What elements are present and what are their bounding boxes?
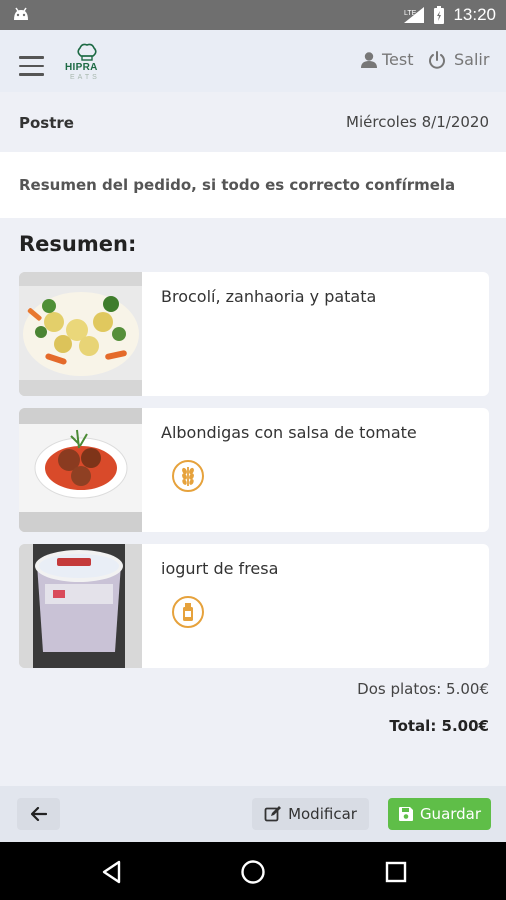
- menu-icon[interactable]: [19, 56, 44, 76]
- chef-hat-icon: [77, 43, 97, 61]
- arrow-left-icon: [30, 807, 47, 821]
- total-text: Total: 5.00€: [389, 717, 489, 735]
- dish-card: iogurt de fresa: [19, 544, 489, 668]
- clock: 13:20: [453, 5, 496, 24]
- logout-label: Salir: [454, 50, 490, 69]
- dish-name: iogurt de fresa: [161, 559, 279, 578]
- order-date: Miércoles 8/1/2020: [346, 113, 489, 131]
- save-button[interactable]: Guardar: [388, 798, 491, 830]
- user-name: Test: [382, 50, 414, 69]
- android-notification-icon: [14, 7, 28, 20]
- signal-icon: LTE: [404, 7, 425, 23]
- action-bar: Modificar Guardar: [0, 786, 506, 842]
- summary-title: Resumen:: [19, 232, 137, 256]
- dish-card: Albondigas con salsa de tomate: [19, 408, 489, 532]
- battery-icon: [434, 6, 445, 24]
- nav-recents-icon[interactable]: [383, 859, 409, 885]
- dish-name: Brocolí, zanhaoria y patata: [161, 287, 377, 306]
- nav-back-icon[interactable]: [99, 859, 125, 885]
- user-icon: [361, 51, 377, 68]
- dish-photo: [19, 408, 142, 532]
- wheat-icon: [172, 460, 204, 492]
- logo-text: HIPRA: [65, 62, 98, 73]
- system-navigation-bar: [0, 842, 506, 900]
- course-label: Postre: [19, 114, 74, 132]
- subtotal-text: Dos platos: 5.00€: [357, 680, 489, 698]
- logo-subtext: EATS: [70, 74, 100, 81]
- modify-label: Modificar: [288, 805, 357, 823]
- svg-text:LTE: LTE: [404, 10, 417, 17]
- save-label: Guardar: [419, 805, 482, 823]
- power-icon: [429, 50, 445, 69]
- dish-card: Brocolí, zanhaoria y patata: [19, 272, 489, 396]
- status-bar: LTE 13:20: [0, 0, 506, 30]
- hipra-eats-logo: HIPRA EATS: [62, 40, 112, 86]
- order-info: Postre Miércoles 8/1/2020: [0, 92, 506, 152]
- app-header: HIPRA EATS Test Salir: [0, 30, 506, 92]
- save-icon: [398, 807, 413, 821]
- dish-name: Albondigas con salsa de tomate: [161, 423, 417, 442]
- user-menu[interactable]: Test: [360, 50, 414, 69]
- confirmation-notice: Resumen del pedido, si todo es correcto …: [0, 152, 506, 218]
- notice-text: Resumen del pedido, si todo es correcto …: [19, 176, 456, 194]
- back-button[interactable]: [17, 798, 60, 830]
- modify-button[interactable]: Modificar: [252, 798, 369, 830]
- nav-home-icon[interactable]: [240, 859, 266, 885]
- milk-icon: [172, 596, 204, 628]
- dish-photo: [19, 272, 142, 396]
- edit-icon: [264, 806, 282, 822]
- logout-button[interactable]: Salir: [428, 50, 489, 69]
- dish-photo: [19, 544, 142, 668]
